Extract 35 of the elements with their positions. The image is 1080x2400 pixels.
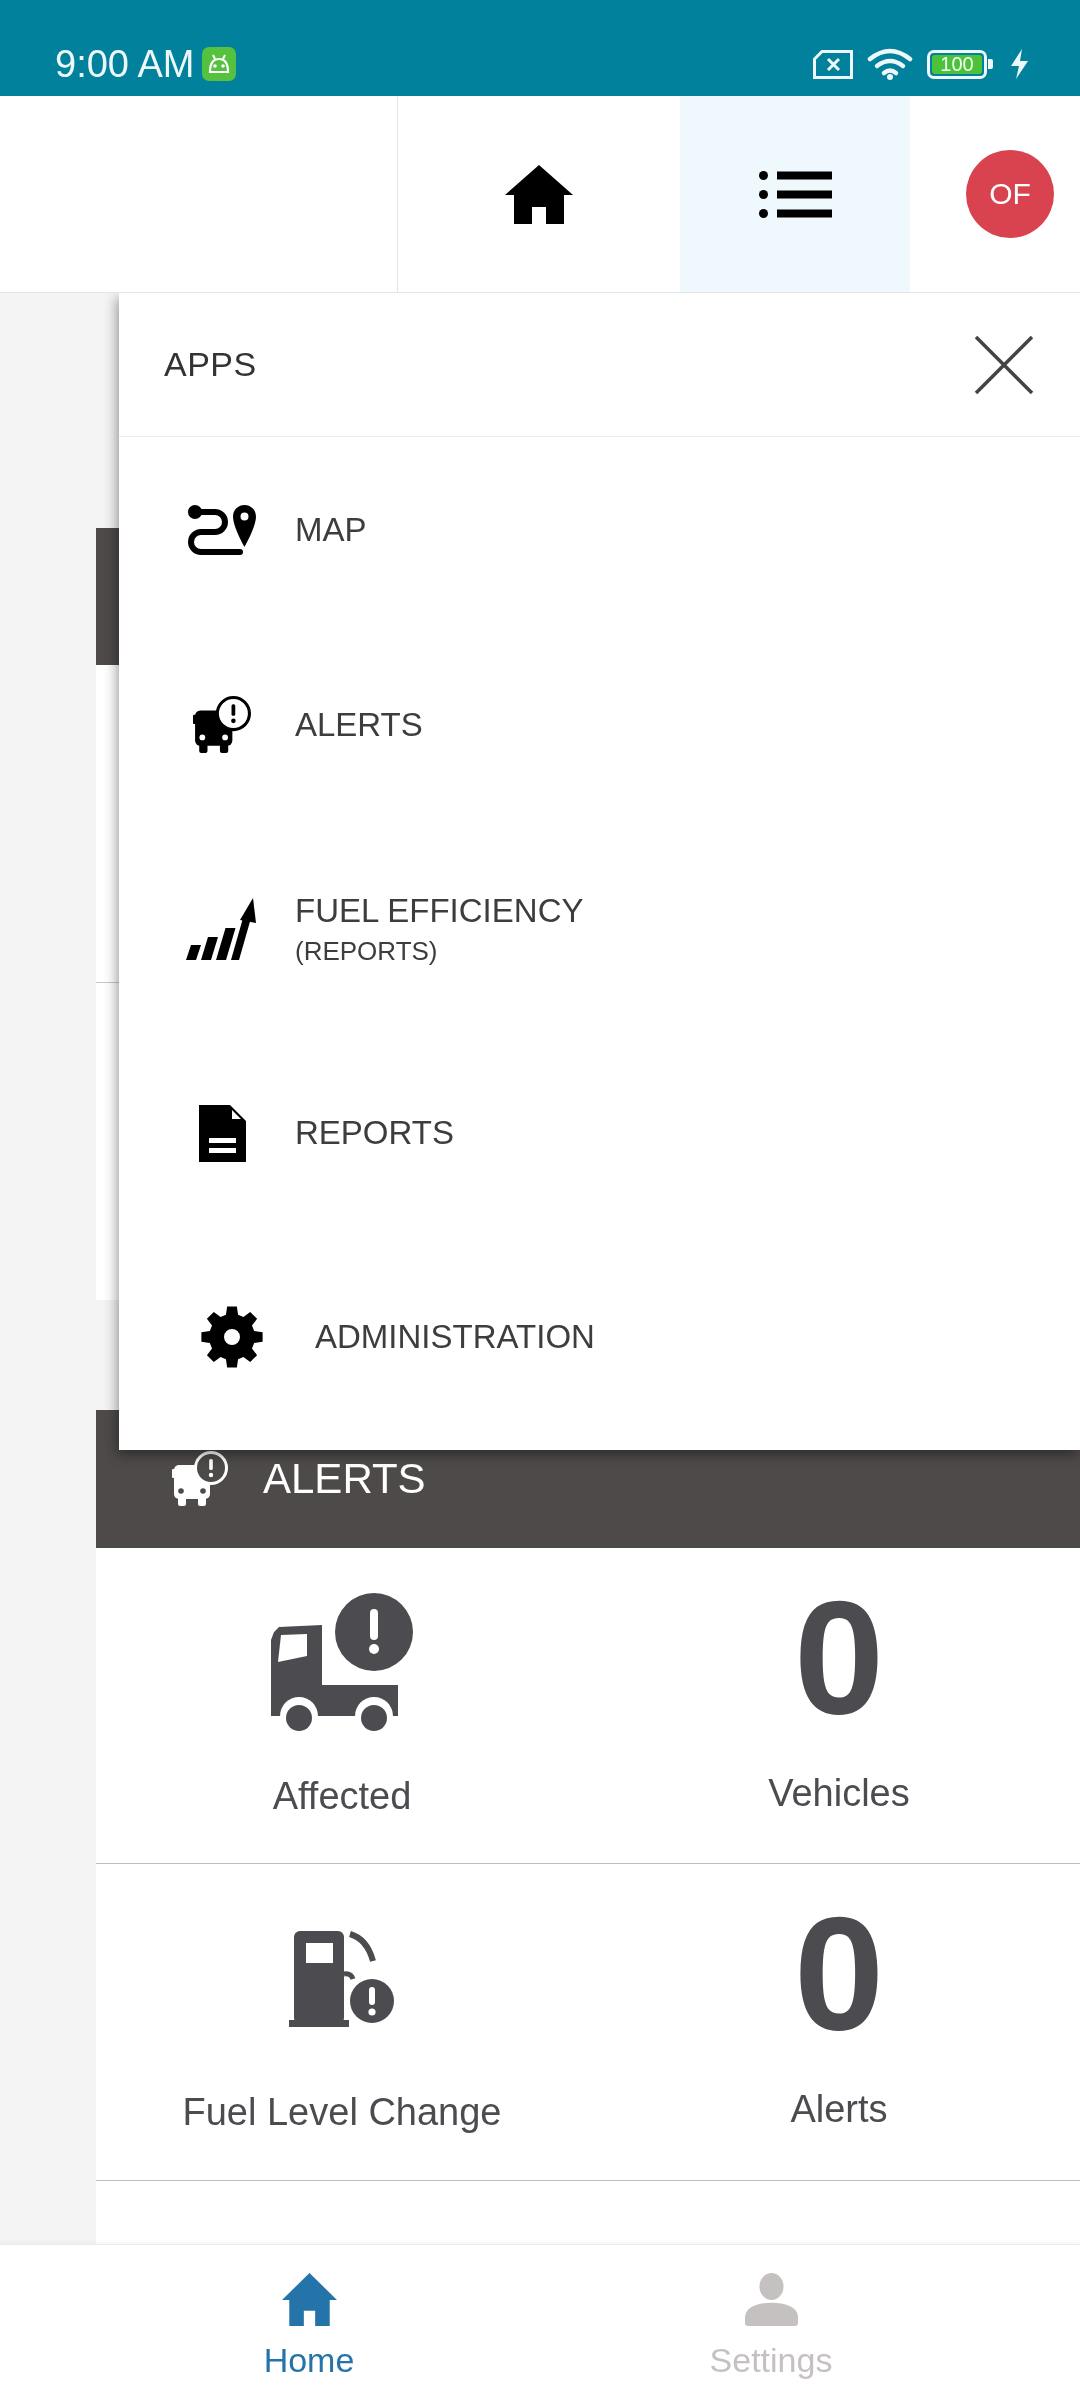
truck-alert-icon — [270, 1592, 414, 1733]
gear-icon — [201, 1306, 263, 1368]
document-icon — [198, 1104, 246, 1162]
lightning-bolt-icon — [1009, 49, 1030, 79]
wifi-icon — [867, 48, 913, 80]
battery-indicator: 100 — [927, 49, 993, 79]
stat-unit: Alerts — [790, 2087, 888, 2132]
menu-item[interactable]: REPORTS — [119, 1031, 1080, 1235]
person-icon — [743, 2273, 799, 2326]
stat-value: 0 — [793, 1892, 885, 2054]
menu-title: APPS — [164, 345, 257, 384]
stat-label: Fuel Level Change — [182, 2090, 502, 2135]
rising-bars-icon — [186, 898, 258, 960]
stat-value: 0 — [793, 1576, 885, 1738]
robot-face-icon — [202, 47, 237, 81]
menu-item[interactable]: ALERTS — [119, 623, 1080, 827]
fuel-pump-alert-icon — [288, 1930, 396, 2027]
route-pin-icon — [188, 504, 256, 556]
list-tab[interactable] — [680, 96, 910, 292]
menu-item[interactable]: FUEL EFFICIENCY (REPORTS) — [119, 827, 1080, 1031]
stat-label: Affected — [272, 1774, 412, 1819]
stat-unit: Vehicles — [768, 1771, 910, 1816]
sim-card-x-icon — [813, 49, 853, 79]
menu-item[interactable]: ADMINISTRATION — [119, 1235, 1080, 1439]
section-title: ALERTS — [263, 1455, 426, 1503]
close-button[interactable] — [974, 334, 1034, 395]
home-icon — [505, 164, 573, 224]
bus-alert-icon — [193, 696, 251, 754]
user-avatar[interactable]: OF — [966, 150, 1054, 238]
close-icon — [974, 334, 1034, 395]
home-icon — [281, 2273, 337, 2326]
bottom-nav-tab[interactable]: Home — [78, 2245, 540, 2400]
list-icon — [758, 170, 832, 218]
status-time: 9:00 AM — [55, 45, 195, 83]
menu-item[interactable]: MAP — [119, 437, 1080, 623]
